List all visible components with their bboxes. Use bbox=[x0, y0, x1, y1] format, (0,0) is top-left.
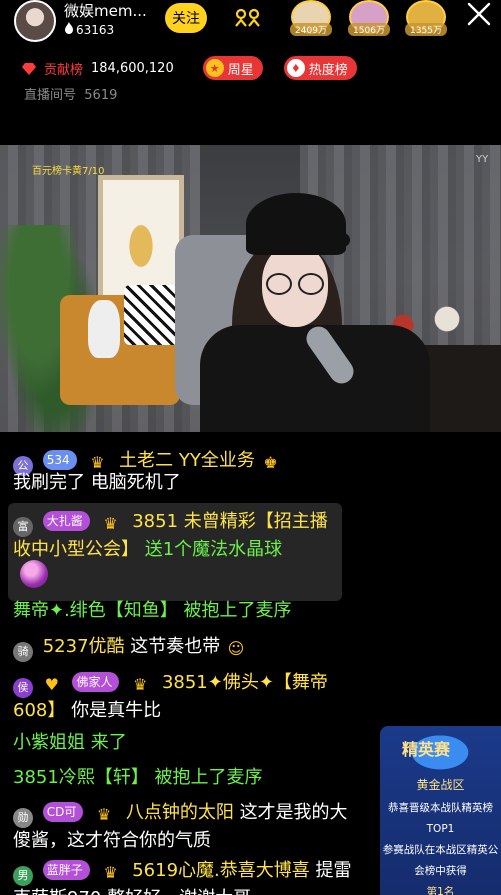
flame-icon bbox=[64, 22, 74, 37]
hot-rank-button[interactable]: ♦ 热度榜 bbox=[283, 56, 357, 80]
sender-name[interactable]: 八点钟的太阳 bbox=[126, 802, 234, 823]
promo-desc2: 参赛战队在本战区精英公会榜中获得 bbox=[382, 844, 499, 877]
elite-logo: 精英赛 bbox=[396, 726, 484, 770]
level-badge: 骑 bbox=[13, 642, 33, 662]
gift-action: 送1个魔法水晶球 bbox=[144, 539, 283, 560]
host-name[interactable]: 微娱mem... bbox=[64, 0, 147, 21]
crystal-ball-icon bbox=[20, 560, 48, 588]
chat-message: 3851冷熙【轩】 被抱上了麦序 bbox=[13, 767, 263, 788]
fan-tag: 佛家人 bbox=[72, 672, 120, 692]
chat-message: 小紫姐姐 来了 bbox=[13, 732, 127, 753]
fans-count-value: 63163 bbox=[76, 22, 115, 37]
chat-message: 骑 5237优酷 这节奏也带 ☺ bbox=[13, 634, 353, 662]
chat-message: 侯 ♥ 佛家人 ♛ 3851✦佛头✦【舞帝608】 你是真牛比 bbox=[13, 670, 353, 724]
host-avatar[interactable] bbox=[14, 0, 56, 42]
chat-message: 勋 CD可 ♛ 八点钟的太阳 这才是我的大傻酱，这才符合你的气质 bbox=[13, 800, 353, 854]
close-icon[interactable] bbox=[467, 2, 491, 26]
chat-message: 我刷完了 电脑死机了 bbox=[13, 472, 181, 493]
chat-message: 男 蓝胖子 ♛ 5619心魔.恭喜大博喜 提雷克萨斯970 整好好，谢谢大哥 bbox=[13, 858, 353, 895]
flame-icon: ♦ bbox=[286, 59, 305, 77]
zone-label: 黄金战区 bbox=[416, 778, 465, 792]
top-viewer-1[interactable]: 2409万 bbox=[290, 0, 332, 42]
promo-body: 恭喜晋级本战队精英榜 TOP1 参赛战队在本战区精英公会榜中获得 第1名 bbox=[380, 798, 501, 895]
message-text: 这节奏也带 bbox=[130, 636, 221, 657]
message-text: 你是真牛比 bbox=[71, 700, 162, 721]
crown-icon: ♛ bbox=[103, 863, 118, 882]
elite-logo-text: 精英赛 bbox=[402, 740, 451, 759]
top-viewer-2[interactable]: 1506万 bbox=[348, 0, 390, 42]
viewer-count: 1355万 bbox=[405, 23, 447, 36]
weekly-star-button[interactable]: ★ 周星 bbox=[202, 56, 263, 80]
yy-watermark: YY bbox=[476, 154, 489, 165]
glasses bbox=[266, 273, 328, 295]
top-viewer-3[interactable]: 1355万 bbox=[405, 0, 447, 42]
promo-rank: 第1名 bbox=[426, 886, 455, 895]
live-video[interactable]: 百元榜卡黄7/10 YY bbox=[0, 145, 501, 432]
sender-name[interactable]: 土老二 bbox=[119, 450, 173, 471]
message-text: YY全业务 bbox=[178, 450, 255, 471]
elite-competition-panel[interactable]: 精英赛 黄金战区 恭喜晋级本战队精英榜 TOP1 参赛战队在本战区精英公会榜中获… bbox=[380, 726, 501, 895]
level-badge: 勋 bbox=[13, 808, 33, 828]
fan-tag: 蓝胖子 bbox=[42, 860, 90, 880]
promo-desc: 恭喜晋级本战队精英榜 bbox=[388, 802, 493, 814]
room-label: 直播间号 bbox=[24, 88, 77, 103]
room-number: 直播间号 5619 bbox=[24, 84, 117, 103]
level-number: 534 bbox=[42, 450, 77, 470]
fans-count: 63163 bbox=[64, 22, 114, 37]
crown-icon: ♛ bbox=[96, 805, 112, 824]
crown-icon: ♛ bbox=[133, 675, 148, 694]
sender-name[interactable]: 5619心魔.恭喜大博喜 bbox=[132, 860, 310, 881]
emoji-icon: ☺ bbox=[227, 639, 245, 658]
fan-tag: 大扎酱 bbox=[42, 511, 90, 531]
room-header: 微娱mem... 63163 关注 2409万 1506万 1355万 贡献榜 bbox=[0, 0, 501, 145]
ranking-row: 贡献榜 184,600,120 ★ 周星 ♦ 热度榜 bbox=[22, 56, 378, 80]
level-badge: 侯 bbox=[13, 678, 33, 698]
hot-rank-label: 热度榜 bbox=[308, 62, 348, 78]
cap-brim bbox=[300, 233, 350, 247]
chat-message: 舞帝✦.绯色【知鱼】 被抱上了麦序 bbox=[13, 600, 292, 621]
mic-link-icon[interactable] bbox=[232, 8, 262, 30]
crown-icon: ♛ bbox=[103, 514, 118, 533]
star-icon: ★ bbox=[205, 59, 224, 77]
sender-name[interactable]: 5237优酷 bbox=[43, 636, 125, 657]
heart-icon: ♥ bbox=[44, 675, 59, 694]
rank-tag[interactable]: 百元榜卡黄7/10 bbox=[32, 162, 104, 177]
contribution-value: 184,600,120 bbox=[91, 60, 174, 76]
contribution-label[interactable]: 贡献榜 bbox=[44, 59, 83, 78]
viewer-count: 1506万 bbox=[348, 23, 390, 36]
level-badge: 富 bbox=[13, 517, 33, 537]
diamond-icon bbox=[22, 61, 36, 75]
gift-message: 富 大扎酱 ♛ 3851 未曾精彩【招主播收中小型公会】 送1个魔法水晶球 bbox=[13, 509, 343, 563]
fan-tag: CD可 bbox=[42, 802, 84, 822]
viewer-count: 2409万 bbox=[290, 23, 332, 36]
follow-button[interactable]: 关注 bbox=[165, 3, 207, 33]
weekly-star-label: 周星 bbox=[227, 62, 254, 78]
room-number-value: 5619 bbox=[84, 88, 118, 103]
pillow bbox=[124, 285, 179, 345]
promo-top: TOP1 bbox=[426, 823, 455, 835]
bunny-toy bbox=[88, 300, 120, 358]
level-badge: 男 bbox=[13, 866, 33, 886]
